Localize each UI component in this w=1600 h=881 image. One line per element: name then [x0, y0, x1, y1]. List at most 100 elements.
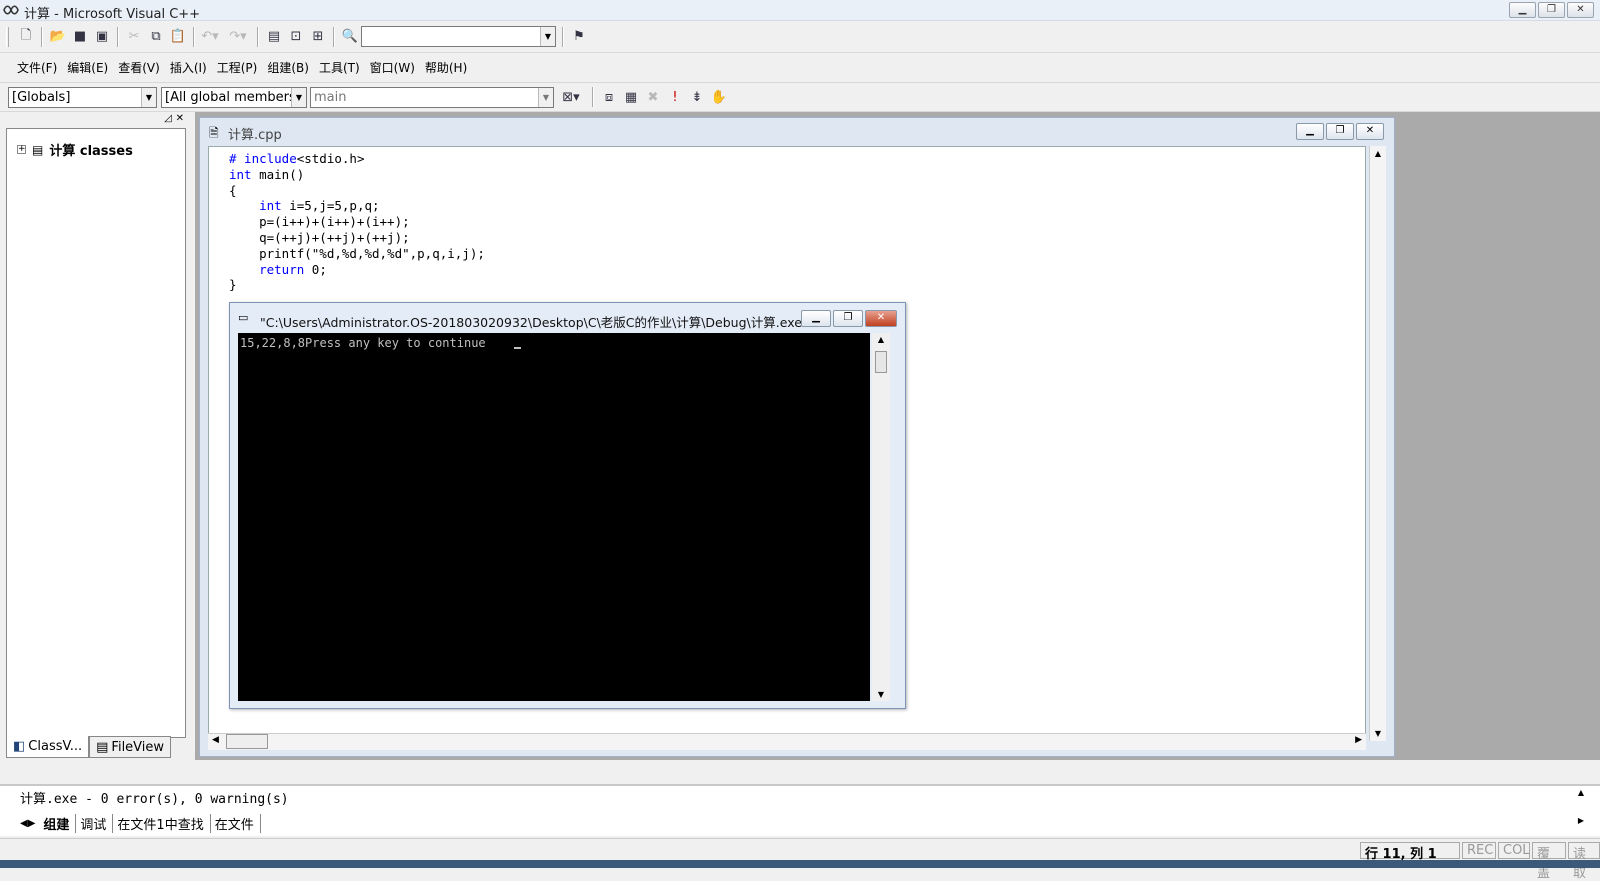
close-icon[interactable]: ✕: [176, 113, 184, 124]
output-toggle-icon[interactable]: ⊡: [285, 26, 307, 48]
menu-item-4[interactable]: 工程(P): [212, 59, 263, 76]
chevron-down-icon[interactable]: ▼: [141, 87, 156, 107]
scroll-down-icon[interactable]: ▼: [1370, 729, 1386, 738]
save-icon[interactable]: ■: [69, 26, 91, 48]
code-text: <stdio.h>: [296, 151, 365, 166]
code-keyword: int: [229, 166, 252, 182]
members-combo[interactable]: [All global members ▼: [161, 86, 307, 108]
tab-find-in-files-2[interactable]: 在文件: [211, 814, 261, 833]
open-folder-icon[interactable]: 📂: [47, 26, 69, 48]
go-icon[interactable]: ⇟: [686, 86, 708, 108]
menu-item-6[interactable]: 工具(T): [314, 59, 365, 76]
dock-icon[interactable]: ◿: [164, 113, 172, 124]
redo-icon[interactable]: ↷▾: [227, 26, 249, 48]
close-button[interactable]: ✕: [1567, 2, 1594, 18]
code-line[interactable]: printf("%d,%d,%d,%d",p,q,i,j);: [229, 246, 485, 262]
tab-classview[interactable]: ◧ ClassV...: [6, 736, 90, 758]
menu-item-2[interactable]: 查看(V): [113, 59, 165, 76]
editor-title: 计算.cpp: [228, 128, 282, 143]
code-line[interactable]: return 0;: [229, 262, 485, 278]
code-text: 0;: [304, 261, 327, 277]
tree-root[interactable]: + ▤ 计算 classes: [17, 140, 133, 159]
menu-item-1[interactable]: 编辑(E): [62, 59, 113, 76]
console-close-button[interactable]: ✕: [865, 310, 897, 327]
function-combo[interactable]: main ▼: [310, 86, 554, 108]
minimize-button[interactable]: ▁: [1509, 2, 1536, 18]
expand-icon[interactable]: +: [17, 145, 26, 154]
console-minimize-button[interactable]: ▁: [801, 310, 831, 327]
code-text: p=(i++)+(i++)+(i++);: [229, 214, 410, 230]
stop-build-icon[interactable]: ✖: [642, 86, 664, 108]
tab-debug[interactable]: 调试: [76, 814, 114, 833]
scope-combo[interactable]: [Globals] ▼: [8, 86, 157, 108]
execute-icon[interactable]: !: [664, 86, 686, 108]
scroll-right-icon[interactable]: ▶: [1578, 816, 1584, 825]
console-screen[interactable]: 15,22,8,8Press any key to continue: [238, 333, 870, 701]
find-combo[interactable]: ▼: [361, 26, 556, 47]
save-all-icon[interactable]: ▣: [91, 26, 113, 48]
scroll-up-icon[interactable]: ▲: [1578, 788, 1584, 797]
scroll-up-icon[interactable]: ▲: [1370, 149, 1386, 158]
find-in-files-icon[interactable]: 🔍: [339, 26, 361, 48]
code-line[interactable]: # include<stdio.h>: [229, 151, 485, 167]
taskbar: [0, 860, 1600, 868]
code-text: main(): [251, 166, 305, 182]
workspace-toggle-icon[interactable]: ▤: [263, 26, 285, 48]
editor-close-button[interactable]: ✕: [1356, 123, 1384, 140]
menu-item-8[interactable]: 帮助(H): [420, 59, 472, 76]
console-title: "C:\Users\Administrator.OS-201803020932\…: [260, 315, 808, 330]
copy-icon[interactable]: ⧉: [145, 26, 167, 48]
cut-icon[interactable]: ✂: [123, 26, 145, 48]
read-indicator: 读取: [1568, 842, 1600, 881]
restore-button[interactable]: ❐: [1538, 2, 1565, 18]
code-line[interactable]: }: [229, 277, 485, 293]
cursor-position: 行 11, 列 1: [1360, 842, 1460, 862]
code-keyword: return: [229, 261, 305, 277]
ovr-indicator: 覆盖: [1532, 842, 1566, 881]
scroll-down-icon[interactable]: ▼: [872, 690, 890, 699]
find-icon[interactable]: ⚑: [568, 26, 590, 48]
chevron-down-icon[interactable]: ▼: [540, 27, 555, 46]
new-file-icon[interactable]: 🗋: [15, 26, 37, 48]
source-code[interactable]: # include<stdio.h> int main(){ int i=5,j=…: [229, 151, 485, 293]
scroll-right-icon[interactable]: ▶: [1355, 735, 1362, 745]
fileview-icon: ▤: [96, 739, 109, 755]
scroll-left-icon[interactable]: ◀: [212, 735, 219, 745]
code-line[interactable]: q=(++j)+(++j)+(++j);: [229, 230, 485, 246]
standard-toolbar: 🗋 📂 ■ ▣ ✂ ⧉ 📋 ↶▾ ↷▾ ▤ ⊡ ⊞ 🔍 ▼ ⚑: [0, 21, 1600, 53]
menu-item-5[interactable]: 组建(B): [262, 59, 314, 76]
console-maximize-button[interactable]: ❐: [833, 310, 863, 327]
undo-icon[interactable]: ↶▾: [199, 26, 221, 48]
editor-restore-button[interactable]: ❐: [1326, 123, 1354, 140]
code-line[interactable]: {: [229, 183, 485, 199]
menu-item-0[interactable]: 文件(F): [12, 59, 62, 76]
code-line[interactable]: int main(): [229, 167, 485, 183]
scroll-thumb[interactable]: [875, 351, 887, 373]
code-line[interactable]: int i=5,j=5,p,q;: [229, 198, 485, 214]
compile-icon[interactable]: ⧈: [598, 86, 620, 108]
menu-item-7[interactable]: 窗口(W): [365, 59, 420, 76]
tab-find-in-files-1[interactable]: 在文件1中查找: [113, 814, 211, 833]
console-cursor: [514, 347, 521, 349]
chevron-down-icon[interactable]: ▼: [291, 87, 306, 107]
menu-item-3[interactable]: 插入(I): [165, 59, 212, 76]
build-icon[interactable]: ▦: [620, 86, 642, 108]
editor-horizontal-scrollbar[interactable]: ◀ ▶: [208, 733, 1366, 750]
code-keyword: int: [229, 198, 282, 214]
output-pane: 计算.exe - 0 error(s), 0 warning(s) ◀▶ 组建 …: [0, 784, 1600, 836]
wizard-action-icon[interactable]: ⊠▾: [560, 86, 582, 108]
editor-minimize-button[interactable]: ▁: [1296, 123, 1324, 140]
menu-bar: 文件(F) 编辑(E) 查看(V) 插入(I) 工程(P) 组建(B) 工具(T) 窗口(W)…: [0, 53, 1600, 83]
console-scrollbar[interactable]: ▲ ▼: [872, 333, 890, 701]
tab-build[interactable]: 组建: [39, 814, 77, 833]
scroll-up-icon[interactable]: ▲: [872, 335, 890, 344]
editor-vertical-scrollbar[interactable]: ▲ ▼: [1369, 146, 1386, 741]
window-list-icon[interactable]: ⊞: [307, 26, 329, 48]
code-line[interactable]: p=(i++)+(i++)+(i++);: [229, 214, 485, 230]
paste-icon[interactable]: 📋: [167, 26, 189, 48]
breakpoint-hand-icon[interactable]: ✋: [708, 86, 730, 108]
scroll-thumb[interactable]: [226, 734, 268, 749]
chevron-down-icon[interactable]: ▼: [538, 87, 553, 107]
tab-fileview[interactable]: ▤ FileView: [89, 736, 172, 758]
tab-nav-icon[interactable]: ◀▶: [20, 818, 35, 829]
